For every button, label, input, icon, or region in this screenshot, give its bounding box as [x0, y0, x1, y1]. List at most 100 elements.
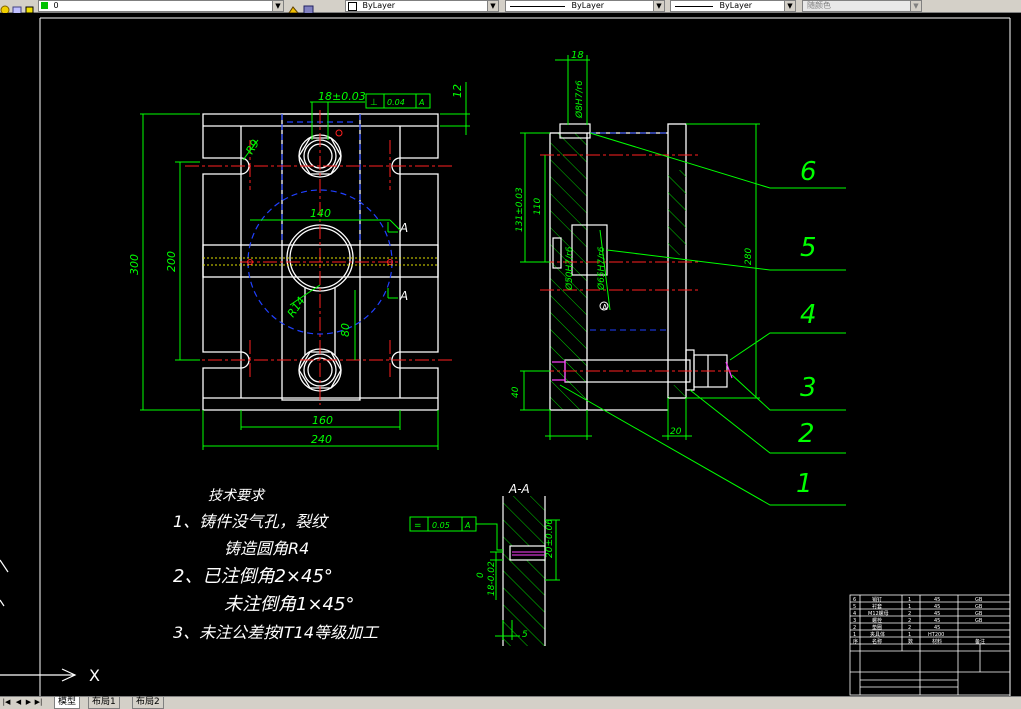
dim-131: 131±0.03: [515, 187, 525, 232]
tb-row4-qty: 2: [908, 611, 911, 617]
linetype-dropdown[interactable]: ByLayer ▼: [505, 0, 665, 12]
tb-row2-mat: 45: [934, 625, 940, 631]
section-mark-a-bottom: A: [399, 289, 408, 303]
section-view-aa: A-A = 0.05 A 20±0.06 0 18-0.02 5: [409, 482, 560, 646]
last-tab-icon[interactable]: ▶|: [34, 698, 43, 707]
tb-row2-name: 垫圈: [872, 624, 882, 631]
chevron-down-icon[interactable]: ▼: [653, 1, 664, 11]
tb-header-note: 备注: [975, 638, 985, 645]
tb-row6-no: 6: [853, 597, 856, 603]
layer-color-icon[interactable]: [24, 0, 35, 14]
tech-line-3: 2、已注倒角2×45°: [173, 566, 333, 587]
section-mark-a-top: A: [399, 221, 408, 235]
first-tab-icon[interactable]: |◀: [2, 698, 11, 707]
callout-6: 6: [800, 157, 817, 187]
dim-20: 20: [670, 427, 682, 437]
tb-row3-name: 螺栓: [872, 617, 882, 624]
tb-row2-qty: 2: [908, 625, 911, 631]
tab-model[interactable]: 模型: [54, 697, 81, 709]
chevron-down-icon[interactable]: ▼: [784, 1, 795, 11]
dim-110: 110: [533, 198, 543, 215]
dim-bottom-0: 0: [476, 572, 486, 578]
dim-280: 280: [744, 248, 754, 265]
tb-row4-note: GB: [975, 611, 983, 617]
tol-value: 0.04: [387, 98, 405, 107]
dim-fit-mid2: Ø65H7/r6: [596, 246, 607, 291]
chevron-down-icon[interactable]: ▼: [272, 1, 283, 11]
dim-top-18: 18±0.03: [318, 90, 366, 103]
tech-title: 技术要求: [208, 488, 266, 504]
tab-layout1[interactable]: 布局1: [88, 697, 120, 709]
dim-80: 80: [339, 323, 352, 337]
dim-300: 300: [128, 254, 141, 275]
dim-12: 12: [451, 84, 464, 98]
dim-20-006: 20±0.06: [545, 519, 555, 558]
layout-tab-bar: |◀ ◀ ▶ ▶| 模型 布局1 布局2: [0, 696, 1021, 709]
front-view: 18±0.03 ⊥ 0.04 A 12 R9 140 R14 80 300 20…: [128, 82, 470, 450]
tb-header-mat: 材料: [932, 638, 942, 645]
tb-row1-no: 1: [853, 632, 856, 638]
layer-state-icon[interactable]: [0, 0, 11, 15]
callout-3: 3: [800, 373, 817, 403]
dim-240: 240: [311, 433, 332, 446]
dim-200: 200: [165, 251, 178, 272]
chevron-down-icon[interactable]: ▼: [910, 1, 921, 11]
layer-lock-icon[interactable]: [12, 0, 23, 15]
lineweight-dropdown[interactable]: ByLayer ▼: [670, 0, 796, 12]
tb-row1-name: 夹具体: [870, 631, 885, 638]
tol-symbol: ⊥: [370, 98, 378, 108]
color-swatch: [348, 2, 357, 11]
tab-model-label: 模型: [58, 697, 77, 707]
plotstyle-label: 随颜色: [807, 1, 831, 10]
sec-tol-symbol: =: [414, 521, 422, 531]
tb-row5-note: GB: [975, 604, 983, 610]
tech-requirements: 技术要求 1、铸件没气孔，裂纹 铸造圆角R4 2、已注倒角2×45° 未注倒角1…: [173, 488, 380, 642]
tb-row1-qty: 1: [908, 632, 911, 638]
linetype-sample: [510, 6, 565, 7]
callout-1: 1: [796, 469, 813, 499]
ucs-icon: [0, 559, 77, 682]
drawing-canvas[interactable]: 18±0.03 ⊥ 0.04 A 12 R9 140 R14 80 300 20…: [0, 13, 1021, 696]
dim-18-side: 18: [571, 50, 584, 61]
prev-tab-icon[interactable]: ◀: [14, 698, 23, 707]
tb-header-no: 序: [853, 638, 858, 645]
title-block: [849, 594, 1011, 696]
callout-2: 2: [798, 419, 815, 449]
tab-layout1-label: 布局1: [92, 697, 116, 707]
next-tab-icon[interactable]: ▶: [24, 698, 33, 707]
cad-drawing: 18±0.03 ⊥ 0.04 A 12 R9 140 R14 80 300 20…: [0, 17, 1011, 696]
tol-datum: A: [418, 98, 424, 107]
tb-row5-mat: 45: [934, 604, 940, 610]
dim-5: 5: [522, 630, 528, 640]
tech-line-4: 未注倒角1×45°: [224, 594, 354, 615]
plotstyle-dropdown[interactable]: 随颜色 ▼: [802, 0, 922, 12]
lineweight-label: ByLayer: [719, 1, 753, 10]
callout-4: 4: [800, 300, 817, 330]
chevron-down-icon[interactable]: ▼: [487, 1, 498, 11]
tab-layout2[interactable]: 布局2: [132, 697, 164, 709]
side-view: 18 Ø8H7/r6 131±0.03 110 Ø50H7/r6 Ø65H7/r…: [511, 50, 846, 506]
tb-row3-note: GB: [975, 618, 983, 624]
tb-row3-no: 3: [853, 618, 856, 624]
callout-5: 5: [800, 233, 817, 263]
dim-bottom-18: 18-0.02: [487, 561, 497, 596]
tech-line-1: 1、铸件没气孔，裂纹: [173, 512, 329, 531]
green-square-icon: [41, 2, 48, 9]
tb-row2-no: 2: [853, 625, 856, 631]
color-label: ByLayer: [362, 1, 396, 10]
tb-row4-mat: 45: [934, 611, 940, 617]
color-dropdown[interactable]: ByLayer ▼: [345, 0, 499, 12]
dim-140: 140: [310, 207, 331, 220]
layer-name: 0: [53, 1, 59, 10]
title-block-rows: 6 销钉 1 45 GB 5 衬套 1 45 GB 4 M12螺母 2 45 G…: [853, 596, 985, 645]
dim-40: 40: [511, 386, 521, 398]
make-current-layer-icon[interactable]: [288, 0, 300, 14]
tb-header-qty: 数: [908, 638, 913, 645]
tb-row6-name: 销钉: [872, 596, 882, 603]
layer-previous-icon[interactable]: [303, 0, 314, 15]
dim-160: 160: [312, 414, 333, 427]
dim-fit-top: Ø8H7/r6: [574, 80, 585, 119]
layer-dropdown[interactable]: 0 ▼: [38, 0, 284, 12]
section-title-aa: A-A: [508, 482, 530, 496]
properties-toolbar: 0 ▼ ByLayer ▼ ByLayer ▼ ByLayer ▼ 随颜色 ▼: [0, 0, 1021, 15]
